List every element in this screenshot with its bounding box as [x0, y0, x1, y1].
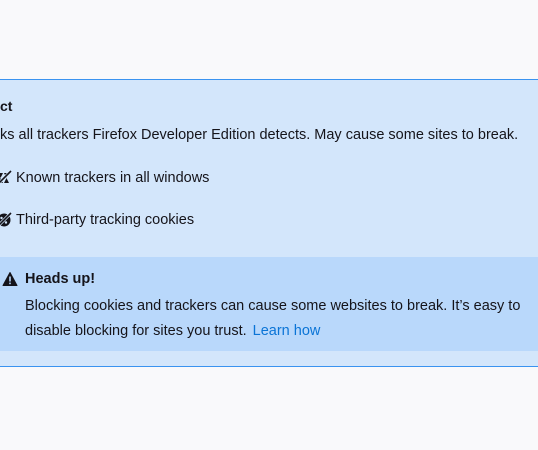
- warning-triangle-icon: [2, 271, 18, 287]
- learn-how-link[interactable]: Learn how: [253, 323, 321, 339]
- warning-body: Blocking cookies and trackers can cause …: [25, 294, 530, 344]
- tracker-blocked-icon: [0, 169, 13, 187]
- warning-box: Heads up! Blocking cookies and trackers …: [0, 257, 538, 351]
- cookie-blocked-icon: [0, 211, 13, 229]
- feature-item-trackers: Known trackers in all windows: [0, 168, 209, 188]
- feature-label: Known trackers in all windows: [16, 170, 210, 186]
- section-title: ct: [0, 98, 13, 114]
- strict-protection-panel: ct ks all trackers Firefox Developer Edi…: [0, 79, 538, 367]
- page: ct ks all trackers Firefox Developer Edi…: [0, 0, 538, 450]
- warning-title: Heads up!: [25, 271, 96, 287]
- feature-item-cookies: Third-party tracking cookies: [0, 210, 194, 230]
- feature-label: Third-party tracking cookies: [16, 212, 195, 228]
- section-description: ks all trackers Firefox Developer Editio…: [0, 127, 519, 143]
